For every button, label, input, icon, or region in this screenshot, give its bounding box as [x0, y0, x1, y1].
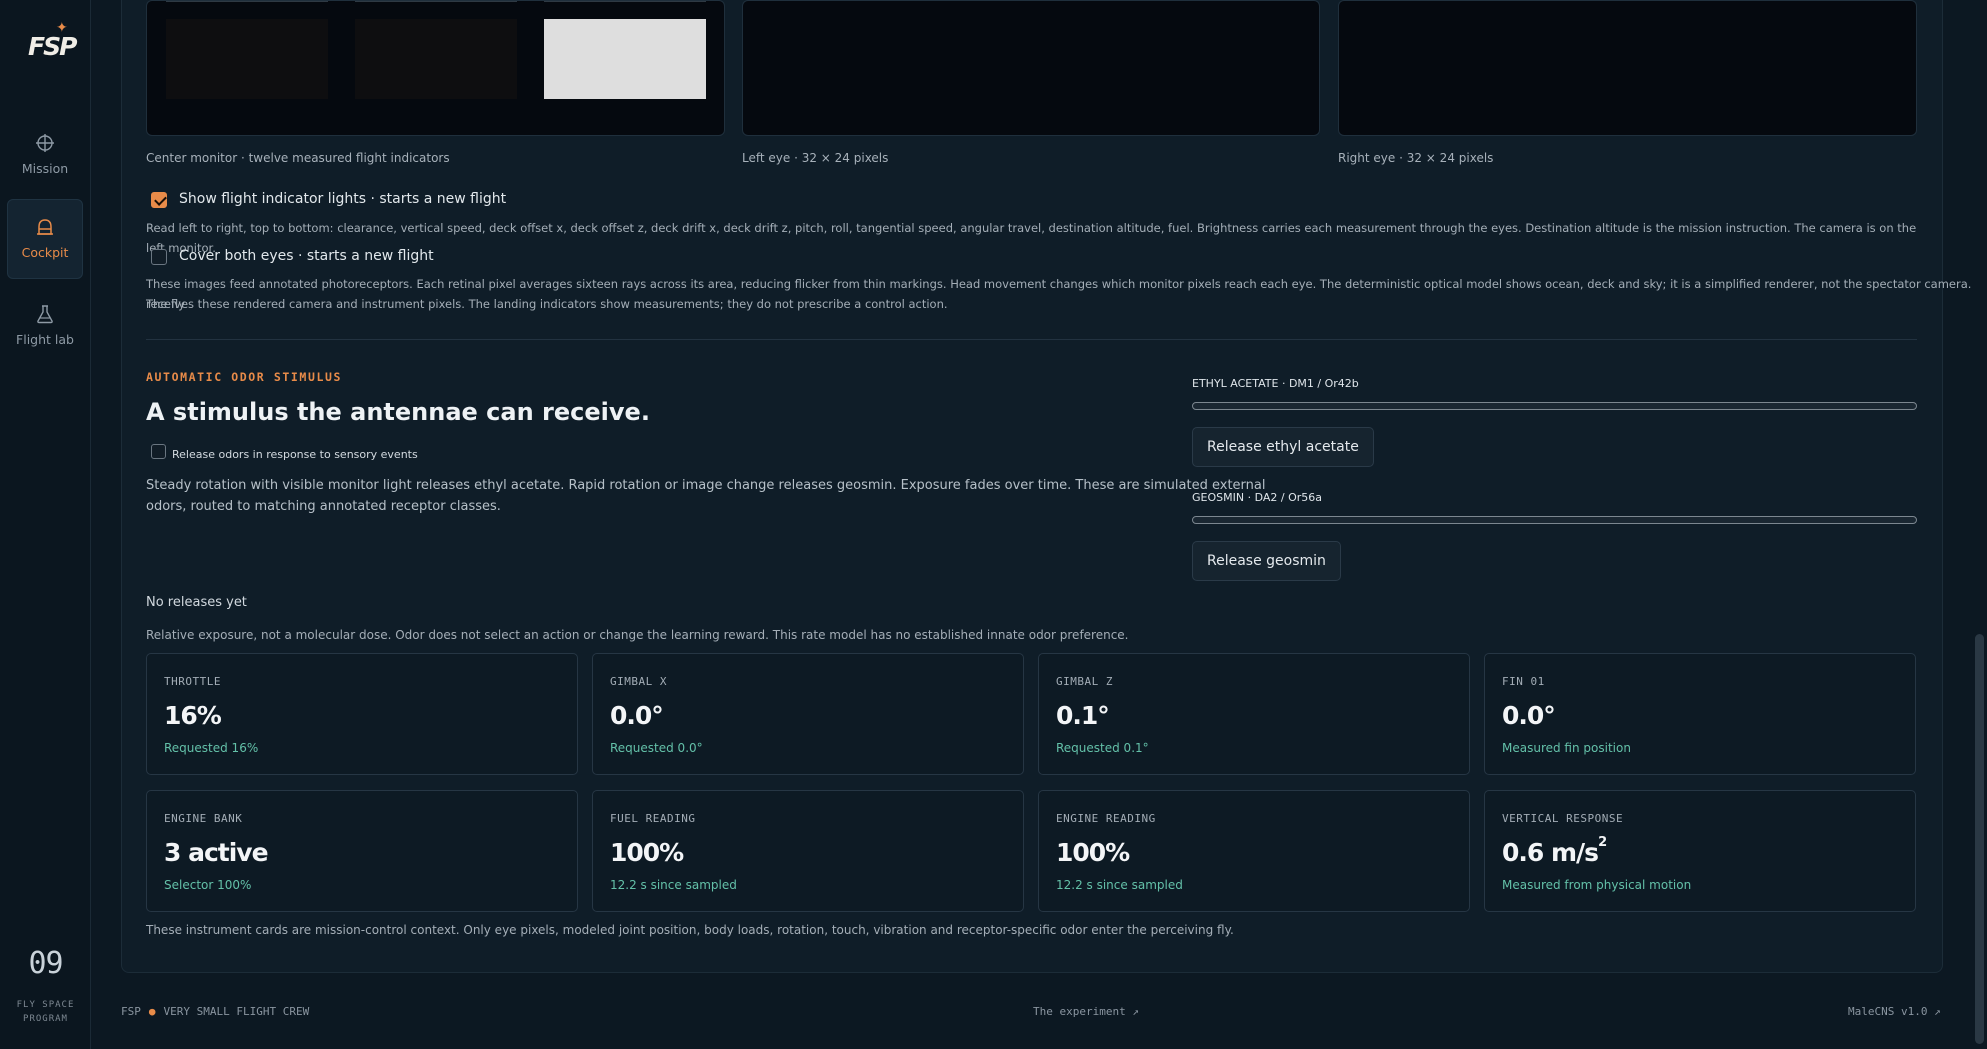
- cover-eyes-label: Cover both eyes · starts a new flight: [179, 248, 434, 264]
- fuel-reading-card: FUEL READING 100% 12.2 s since sampled: [592, 790, 1024, 912]
- right-eye-monitor: [1338, 0, 1917, 136]
- footer-crew: VERY SMALL FLIGHT CREW: [163, 1005, 310, 1018]
- ethyl-acetate-label: ETHYL ACETATE · DM1 / Or42b: [1192, 377, 1359, 390]
- indicator-tile: [544, 19, 706, 99]
- logo-text: FSP: [28, 32, 77, 61]
- crosshair-icon: [36, 134, 54, 152]
- center-monitor-caption: Center monitor · twelve measured flight …: [146, 151, 450, 165]
- odor-headline: A stimulus the antennae can receive.: [146, 398, 650, 426]
- gimbal-x-card: GIMBAL X 0.0° Requested 0.0°: [592, 653, 1024, 775]
- card-sub: Requested 0.1°: [1056, 741, 1149, 755]
- cockpit-icon: [37, 219, 53, 235]
- program-line-1: FLY SPACE: [16, 1000, 75, 1010]
- ethyl-acetate-meter: [1192, 402, 1917, 410]
- cover-eyes-checkbox[interactable]: [151, 249, 167, 265]
- card-key: THROTTLE: [164, 675, 221, 688]
- scrollbar-thumb[interactable]: [1975, 634, 1984, 1044]
- release-geosmin-button[interactable]: Release geosmin: [1192, 541, 1341, 581]
- tile-strip: [166, 1, 328, 2]
- card-key: GIMBAL X: [610, 675, 667, 688]
- program-name: FLY SPACE PROGRAM: [0, 998, 91, 1026]
- engine-reading-card: ENGINE READING 100% 12.2 s since sampled: [1038, 790, 1470, 912]
- odor-description-line-1: Steady rotation with visible monitor lig…: [146, 478, 1266, 493]
- program-line-2: PROGRAM: [23, 1014, 68, 1024]
- footer-left: FSP ● VERY SMALL FLIGHT CREW: [121, 1005, 309, 1018]
- card-key: FUEL READING: [610, 812, 696, 825]
- cards-note: These instrument cards are mission-contr…: [146, 923, 1234, 937]
- center-monitor: [146, 0, 725, 136]
- nav-item-mission[interactable]: Mission: [7, 116, 83, 196]
- section-divider: [146, 339, 1917, 340]
- card-sub: 12.2 s since sampled: [610, 878, 737, 892]
- nav-item-flight-lab[interactable]: Flight lab: [7, 287, 83, 367]
- cover-note-line-2: receives these rendered camera and instr…: [146, 297, 948, 311]
- tile-strip: [355, 1, 517, 2]
- flight-counter: 09: [28, 946, 63, 981]
- vertical-response-card: VERTICAL RESPONSE 0.6 m/s2 Measured from…: [1484, 790, 1916, 912]
- geosmin-label: GEOSMIN · DA2 / Or56a: [1192, 491, 1322, 504]
- unit-exponent: 2: [1598, 834, 1607, 850]
- nav-label-cockpit: Cockpit: [21, 245, 69, 260]
- odor-kicker: AUTOMATIC ODOR STIMULUS: [146, 370, 343, 384]
- geosmin-meter: [1192, 516, 1917, 524]
- card-key: ENGINE BANK: [164, 812, 243, 825]
- card-sub: Selector 100%: [164, 878, 252, 892]
- fin-01-card: FIN 01 0.0° Measured fin position: [1484, 653, 1916, 775]
- card-value: 100%: [610, 838, 684, 867]
- left-eye-caption: Left eye · 32 × 24 pixels: [742, 151, 889, 165]
- throttle-card: THROTTLE 16% Requested 16%: [146, 653, 578, 775]
- nav-label-flight-lab: Flight lab: [16, 332, 74, 347]
- card-key: ENGINE READING: [1056, 812, 1156, 825]
- indicator-lights-checkbox[interactable]: [151, 192, 167, 208]
- engine-bank-card: ENGINE BANK 3 active Selector 100%: [146, 790, 578, 912]
- card-key: FIN 01: [1502, 675, 1545, 688]
- dot-icon: ●: [148, 1005, 156, 1018]
- release-ethyl-acetate-button[interactable]: Release ethyl acetate: [1192, 427, 1374, 467]
- card-key: VERTICAL RESPONSE: [1502, 812, 1624, 825]
- card-value-text: 0.6 m/s: [1502, 838, 1599, 867]
- footer-brand: FSP: [121, 1005, 141, 1018]
- nav-item-cockpit[interactable]: Cockpit: [7, 199, 83, 279]
- fsp-logo[interactable]: ✦ FSP: [26, 20, 77, 64]
- card-key: GIMBAL Z: [1056, 675, 1113, 688]
- scrollbar[interactable]: [1972, 0, 1987, 1049]
- experiment-link[interactable]: The experiment ↗: [1033, 1005, 1139, 1018]
- malecns-link[interactable]: MaleCNS v1.0 ↗: [1848, 1005, 1941, 1018]
- auto-release-label: Release odors in response to sensory eve…: [172, 448, 418, 461]
- right-eye-caption: Right eye · 32 × 24 pixels: [1338, 151, 1494, 165]
- card-value: 100%: [1056, 838, 1130, 867]
- indicator-tile: [166, 19, 328, 99]
- card-sub: Measured from physical motion: [1502, 878, 1692, 892]
- card-value: 16%: [164, 701, 222, 730]
- card-value: 3 active: [164, 838, 269, 867]
- card-sub: Requested 16%: [164, 741, 259, 755]
- indicator-tile: [355, 19, 517, 99]
- card-sub: 12.2 s since sampled: [1056, 878, 1183, 892]
- tile-strip: [544, 1, 706, 2]
- flask-icon: [37, 305, 53, 324]
- card-value: 0.1°: [1056, 701, 1110, 730]
- indicator-lights-label: Show flight indicator lights · starts a …: [179, 191, 507, 207]
- card-value: 0.6 m/s2: [1502, 834, 1607, 867]
- odor-disclaimer: Relative exposure, not a molecular dose.…: [146, 628, 1129, 642]
- sidebar: ✦ FSP Mission Cockpit Flight lab 09 FLY …: [0, 0, 91, 1049]
- card-sub: Requested 0.0°: [610, 741, 703, 755]
- release-status: No releases yet: [146, 595, 247, 610]
- card-sub: Measured fin position: [1502, 741, 1631, 755]
- gimbal-z-card: GIMBAL Z 0.1° Requested 0.1°: [1038, 653, 1470, 775]
- nav-label-mission: Mission: [21, 161, 69, 176]
- card-value: 0.0°: [1502, 701, 1556, 730]
- auto-release-checkbox[interactable]: [151, 444, 166, 459]
- odor-description-line-2: odors, routed to matching annotated rece…: [146, 499, 501, 514]
- card-value: 0.0°: [610, 701, 664, 730]
- left-eye-monitor: [742, 0, 1320, 136]
